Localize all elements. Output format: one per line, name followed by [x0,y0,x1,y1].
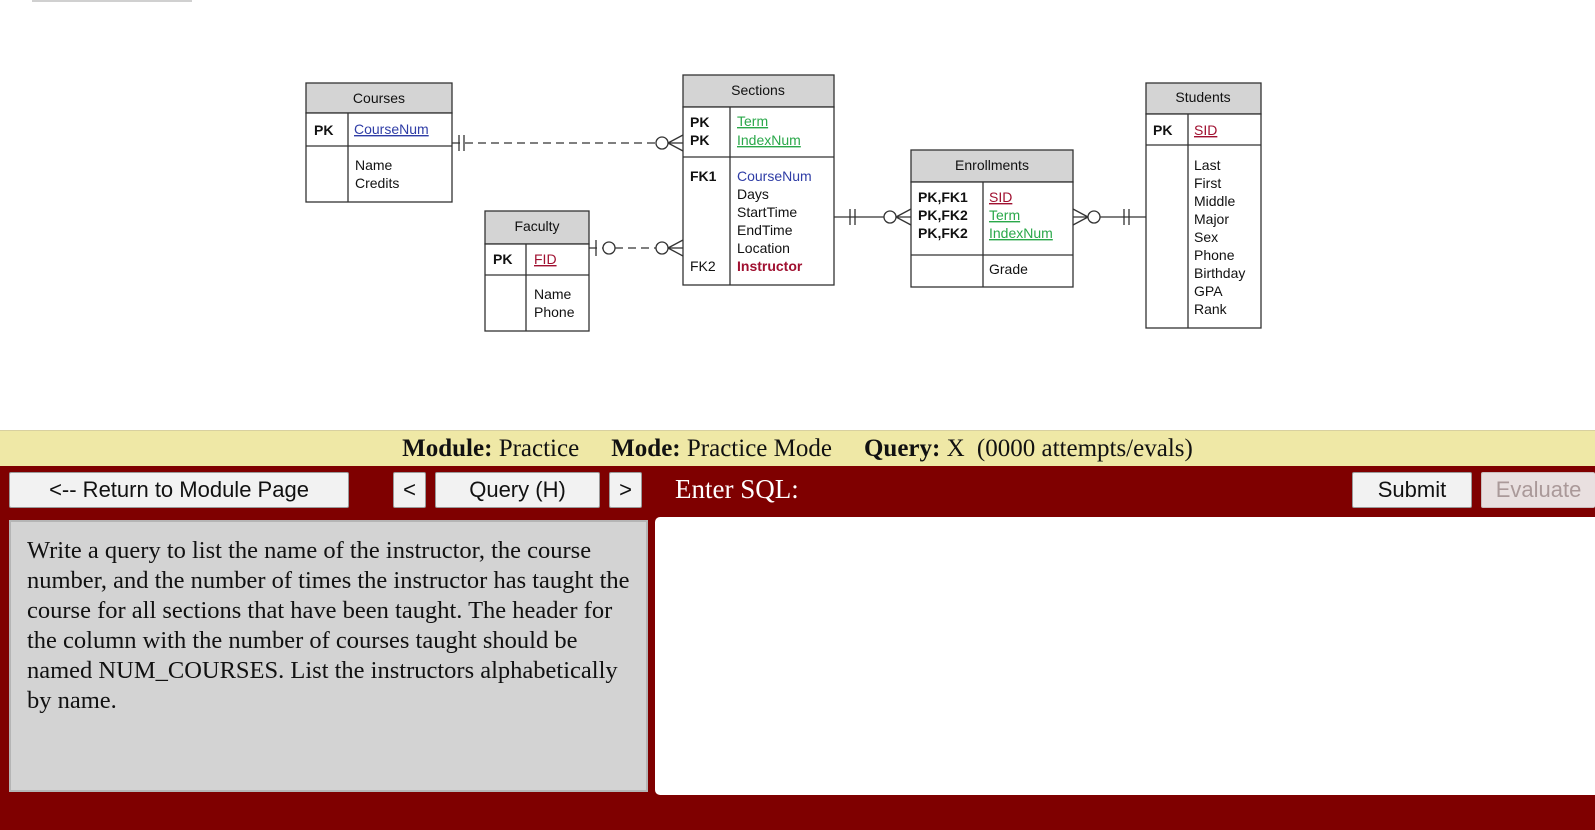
module-label: Module: [402,435,493,462]
submit-button[interactable]: Submit [1352,472,1472,508]
return-to-module-button[interactable]: <-- Return to Module Page [9,472,349,508]
students-attr: First [1194,175,1221,191]
relationship-faculty-sections [589,239,684,257]
question-text: Write a query to list the name of the in… [9,520,648,792]
faculty-attr: Name [534,286,572,302]
status-bar: Module: Practice Mode: Practice Mode Que… [0,430,1595,467]
attempts-count: (0000 attempts/evals) [976,435,1193,462]
entity-faculty: Faculty PK FID Name Phone [484,210,590,332]
er-diagram: Courses PK CourseNum Name Credits Sectio… [305,74,1262,332]
courses-pk-key: PK [314,122,333,138]
enrollments-title: Enrollments [955,157,1029,173]
sections-attr: Location [737,240,790,256]
courses-attr: Credits [355,175,399,191]
entity-enrollments: Enrollments PK,FK1 PK,FK2 PK,FK2 SID Ter… [910,149,1074,288]
sections-fk1-key: FK1 [690,168,717,184]
faculty-pk-key: PK [493,251,512,267]
relationship-enrollments-students [1072,208,1146,226]
enrollments-key: PK,FK1 [918,189,968,205]
enrollments-key: PK,FK2 [918,225,968,241]
enrollments-attr: Grade [989,261,1028,277]
students-attr: Rank [1194,301,1228,317]
faculty-attr: Phone [534,304,575,320]
sections-fk2-field: Instructor [737,258,803,274]
status-module: Module: Practice [402,435,579,463]
students-attr: Major [1194,211,1229,227]
query-label: Query: [863,435,941,462]
relationship-courses-sections [452,134,684,152]
mode-label: Mode: [611,435,681,462]
enrollments-field: IndexNum [989,225,1053,241]
next-query-button[interactable]: > [609,472,642,508]
enrollments-key: PK,FK2 [918,207,968,223]
sections-fk1-field: CourseNum [737,168,812,184]
entity-students: Students PK SID Last First Middle Major … [1145,82,1262,329]
sql-input[interactable] [655,517,1595,795]
courses-attr: Name [355,157,393,173]
students-attr: Birthday [1194,265,1245,281]
status-query: Query: X (0000 attempts/evals) [864,435,1193,463]
students-attr: Sex [1194,229,1218,245]
enrollments-field: SID [989,189,1012,205]
relationship-sections-enrollments [834,208,912,226]
courses-title: Courses [353,90,405,106]
enter-sql-label: Enter SQL: [675,474,799,504]
students-attr: Last [1194,157,1221,173]
students-attr: Phone [1194,247,1235,263]
mode-value: Practice Mode [686,435,832,462]
sections-pk-field: IndexNum [737,132,801,148]
query-select-button[interactable]: Query (H) [435,472,600,508]
enrollments-field: Term [989,207,1020,223]
previous-query-button[interactable]: < [393,472,426,508]
sections-title: Sections [731,82,785,98]
sections-pk-key: PK [690,132,709,148]
faculty-title: Faculty [514,218,559,234]
sections-attr: EndTime [737,222,793,238]
students-attr: GPA [1194,283,1223,299]
evaluate-button[interactable]: Evaluate [1481,472,1595,508]
sections-pk-field: Term [737,113,768,129]
entity-sections: Sections PK PK Term IndexNum FK1 CourseN… [682,74,835,286]
module-value: Practice [498,435,580,462]
faculty-pk-field: FID [534,251,557,267]
entity-courses: Courses PK CourseNum Name Credits [305,82,453,203]
students-pk-key: PK [1153,122,1172,138]
sections-attr: Days [737,186,769,202]
sections-attr: StartTime [737,204,797,220]
students-pk-field: SID [1194,122,1217,138]
students-attr: Middle [1194,193,1235,209]
students-title: Students [1175,89,1230,105]
sections-fk2-key: FK2 [690,258,716,274]
status-mode: Mode: Practice Mode [611,435,832,463]
query-value: X [946,435,965,462]
sections-pk-key: PK [690,114,709,130]
courses-pk-field: CourseNum [354,121,429,137]
